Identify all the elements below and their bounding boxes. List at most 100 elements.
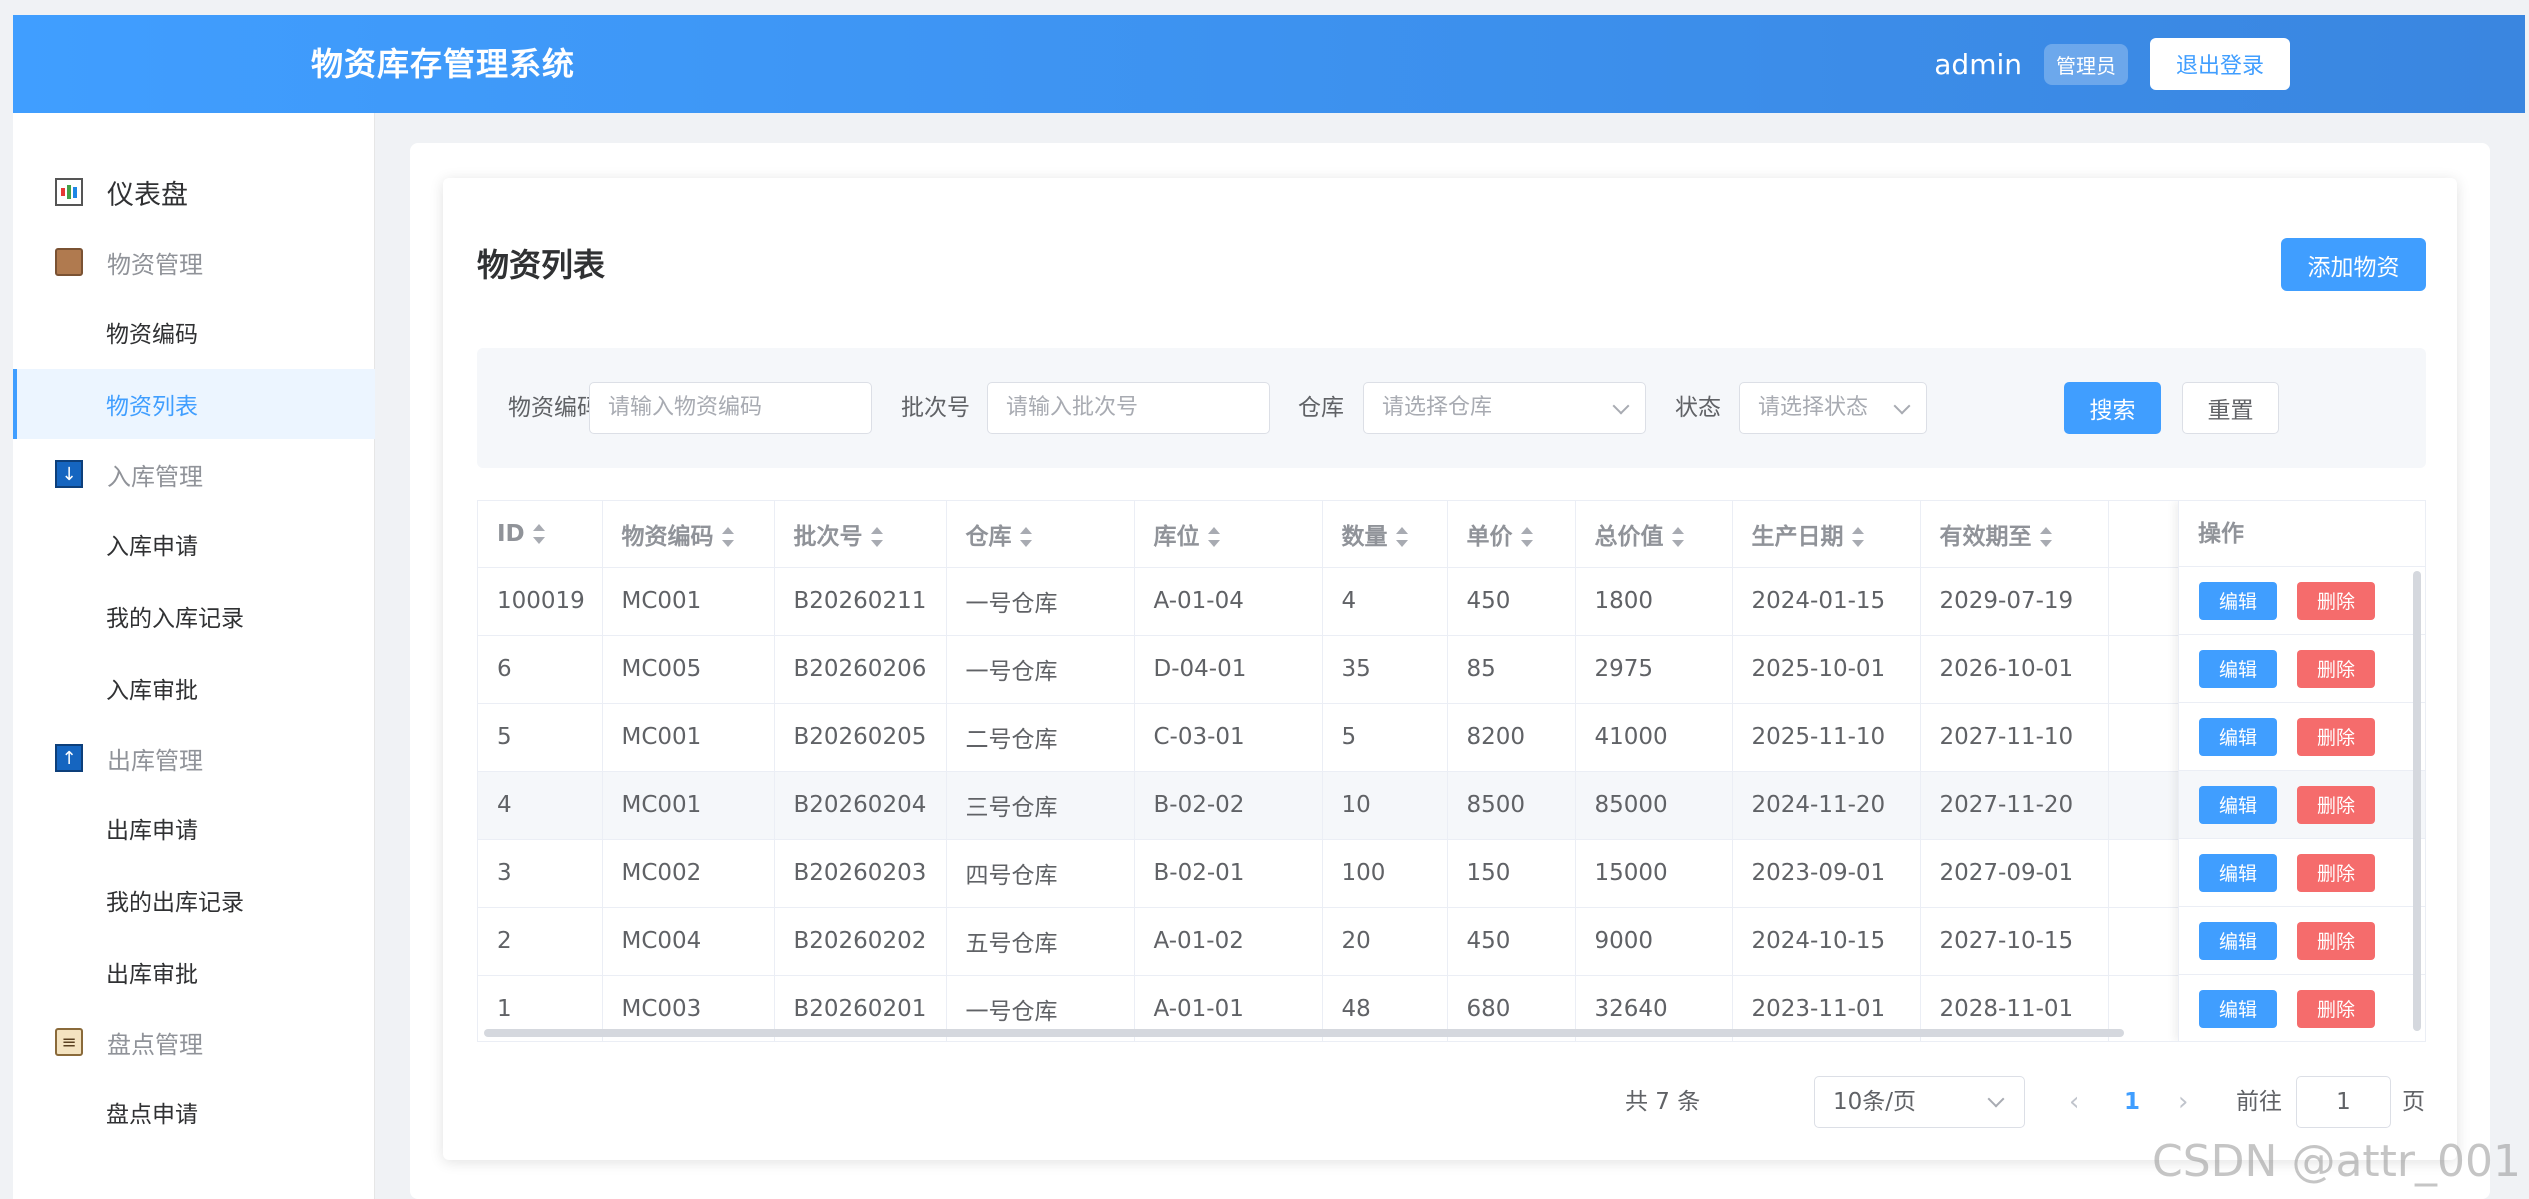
table-row[interactable]: 2 MC004 B20260202 五号仓库 A-01-02 20 450 9000 2024-… — [478, 907, 2425, 976]
edit-button[interactable]: 编辑 — [2199, 921, 2277, 960]
table-cell: B-02-01 — [1134, 839, 1323, 908]
table-row[interactable]: 3 MC002 B20260203 四号仓库 B-02-01 100 150 15000 202… — [478, 839, 2425, 908]
table-cell: MC001 — [602, 567, 775, 636]
table-cell: 2023-09-01 — [1732, 839, 1921, 908]
sidebar-item-material-code[interactable]: 物资编码 — [13, 297, 375, 367]
table-row[interactable]: 6 MC005 B20260206 一号仓库 D-04-01 35 85 2975 2025-1… — [478, 635, 2425, 704]
sidebar-group-outbound[interactable]: ↑ 出库管理 — [13, 723, 375, 793]
sort-caret-icon[interactable] — [721, 527, 734, 548]
column-header[interactable]: 生产日期 — [1732, 501, 1921, 568]
table-cell: 10 — [1322, 771, 1448, 840]
column-header[interactable]: 批次号 — [774, 501, 947, 568]
sidebar-item-inbound-approve[interactable]: 入库审批 — [13, 653, 375, 723]
chevron-down-icon — [1893, 397, 1911, 415]
column-header[interactable]: 仓库 — [946, 501, 1135, 568]
delete-button[interactable]: 删除 — [2297, 785, 2375, 824]
logout-button[interactable]: 退出登录 — [2150, 38, 2290, 90]
delete-button[interactable]: 删除 — [2297, 853, 2375, 892]
sidebar-item-inbound-apply[interactable]: 入库申请 — [13, 509, 375, 579]
table-cell: 2027-09-01 — [1920, 839, 2109, 908]
table-cell: 1800 — [1575, 567, 1733, 636]
table-cell: B20260206 — [774, 635, 947, 704]
table-cell: 15000 — [1575, 839, 1733, 908]
vertical-scrollbar[interactable] — [2413, 571, 2421, 1031]
table-cell: 5 — [478, 703, 603, 772]
sort-caret-icon[interactable] — [1851, 527, 1864, 548]
edit-button[interactable]: 编辑 — [2199, 649, 2277, 688]
status-select[interactable]: 请选择状态 — [1739, 382, 1927, 434]
table-cell: B-02-02 — [1134, 771, 1323, 840]
sort-caret-icon[interactable] — [1520, 527, 1533, 548]
table-cell: 一号仓库 — [946, 635, 1135, 704]
batch-filter-input[interactable]: 请输入批次号 — [987, 382, 1270, 434]
edit-button[interactable]: 编辑 — [2199, 989, 2277, 1028]
column-header[interactable]: 有效期至 — [1920, 501, 2109, 568]
sidebar-item-dashboard[interactable]: 仪表盘 — [13, 157, 375, 227]
clipboard-icon: ≡ — [55, 1028, 83, 1056]
sidebar-group-inbound[interactable]: ↓ 入库管理 — [13, 439, 375, 509]
page-size-select[interactable]: 10条/页 — [1814, 1076, 2025, 1128]
sidebar-item-outbound-apply[interactable]: 出库申请 — [13, 793, 375, 863]
sort-caret-icon[interactable] — [1395, 527, 1408, 548]
table-cell: 35 — [1322, 635, 1448, 704]
sidebar-group-material[interactable]: 物资管理 — [13, 227, 375, 297]
column-header[interactable]: 库位 — [1134, 501, 1323, 568]
ops-row: 编辑 删除 — [2179, 975, 2425, 1041]
sidebar-item-label: 我的入库记录 — [106, 606, 244, 632]
edit-button[interactable]: 编辑 — [2199, 717, 2277, 756]
delete-button[interactable]: 删除 — [2297, 921, 2375, 960]
goto-page-input[interactable]: 1 — [2296, 1076, 2391, 1128]
column-header[interactable]: ID — [478, 501, 603, 568]
sidebar-item-my-outbound[interactable]: 我的出库记录 — [13, 865, 375, 935]
sidebar-item-material-list[interactable]: 物资列表 — [13, 369, 375, 439]
status-select-placeholder: 请选择状态 — [1758, 395, 1869, 420]
table-cell: MC004 — [602, 907, 775, 976]
sort-caret-icon[interactable] — [1671, 527, 1684, 548]
reset-button[interactable]: 重置 — [2182, 382, 2279, 434]
column-header-label: 库位 — [1153, 523, 1200, 550]
sidebar: 仪表盘 物资管理 物资编码 物资列表 ↓ 入库管理 入库申请 我的入库记录 入库… — [13, 113, 375, 1199]
status-filter-label: 状态 — [1675, 395, 1721, 421]
delete-button[interactable]: 删除 — [2297, 717, 2375, 756]
table-cell: B20260211 — [774, 567, 947, 636]
delete-button[interactable]: 删除 — [2297, 581, 2375, 620]
column-header[interactable]: 数量 — [1322, 501, 1448, 568]
add-material-button[interactable]: 添加物资 — [2281, 238, 2426, 291]
sort-caret-icon[interactable] — [870, 527, 883, 548]
column-header[interactable]: 总价值 — [1575, 501, 1733, 568]
sidebar-item-my-inbound[interactable]: 我的入库记录 — [13, 581, 375, 651]
sort-caret-icon[interactable] — [1019, 527, 1032, 548]
table-row[interactable]: 100019 MC001 B20260211 一号仓库 A-01-04 4 450 1800 2… — [478, 567, 2425, 636]
edit-button[interactable]: 编辑 — [2199, 853, 2277, 892]
delete-button[interactable]: 删除 — [2297, 649, 2375, 688]
code-filter-input[interactable]: 请输入物资编码 — [589, 382, 872, 434]
horizontal-scrollbar[interactable] — [484, 1029, 2124, 1037]
current-page-number[interactable]: 1 — [2124, 1076, 2140, 1128]
sidebar-group-stocktake[interactable]: ≡ 盘点管理 — [13, 1007, 375, 1077]
sort-caret-icon[interactable] — [2039, 527, 2052, 548]
next-page-button[interactable]: › — [2178, 1076, 2188, 1128]
sort-caret-icon[interactable] — [1207, 527, 1220, 548]
sidebar-item-stocktake-apply[interactable]: 盘点申请 — [13, 1077, 375, 1147]
delete-button[interactable]: 删除 — [2297, 989, 2375, 1028]
search-button[interactable]: 搜索 — [2064, 382, 2161, 434]
code-filter-label: 物资编码 — [508, 395, 600, 421]
sidebar-item-label: 物资列表 — [106, 394, 198, 420]
prev-page-button[interactable]: ‹ — [2069, 1076, 2079, 1128]
column-header[interactable]: 单价 — [1447, 501, 1576, 568]
sort-caret-icon[interactable] — [532, 524, 545, 545]
edit-button[interactable]: 编辑 — [2199, 785, 2277, 824]
ops-row: 编辑 删除 — [2179, 567, 2425, 635]
warehouse-select[interactable]: 请选择仓库 — [1363, 382, 1646, 434]
sidebar-item-outbound-approve[interactable]: 出库审批 — [13, 937, 375, 1007]
column-header[interactable]: 物资编码 — [602, 501, 775, 568]
table-cell: 2026-10-01 — [1920, 635, 2109, 704]
sidebar-item-label: 盘点管理 — [107, 1030, 203, 1059]
table-cell: 2027-11-20 — [1920, 771, 2109, 840]
table-row[interactable]: 4 MC001 B20260204 三号仓库 B-02-02 10 8500 85000 202… — [478, 771, 2425, 840]
table-cell: 8200 — [1447, 703, 1576, 772]
table-cell: A-01-04 — [1134, 567, 1323, 636]
material-table: ID 物资编码 批次号 仓库 库位 数量 单价 总价值 生产日期 有效期至 100019 MC001… — [477, 500, 2426, 1042]
table-row[interactable]: 5 MC001 B20260205 二号仓库 C-03-01 5 8200 41000 2025… — [478, 703, 2425, 772]
edit-button[interactable]: 编辑 — [2199, 581, 2277, 620]
